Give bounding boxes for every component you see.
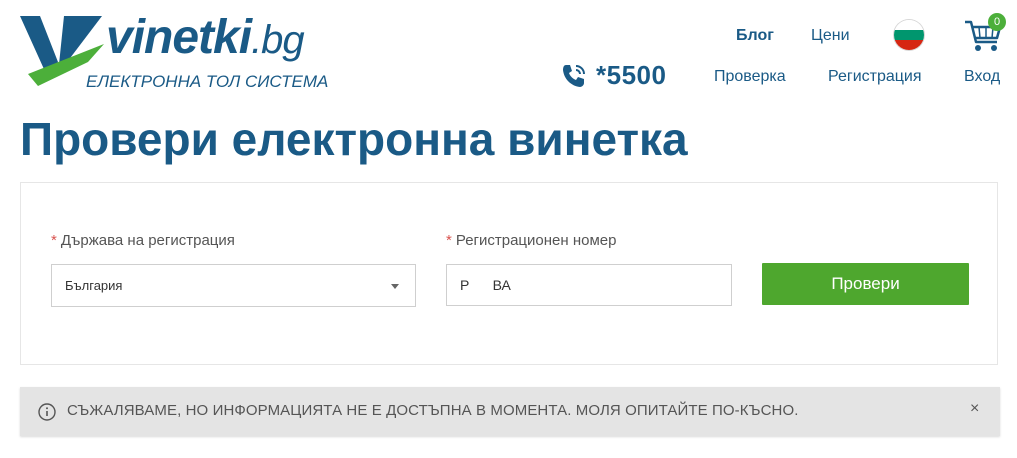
alert-message: СЪЖАЛЯВАМЕ, НО ИНФОРМАЦИЯТА НЕ Е ДОСТЪПН… bbox=[67, 402, 799, 419]
bulgarian-flag-icon[interactable] bbox=[894, 20, 924, 50]
logo-wordmark: vinetki.bg bbox=[106, 11, 305, 64]
nav-register-link[interactable]: Регистрация bbox=[828, 68, 922, 86]
country-select-value: България bbox=[65, 278, 123, 293]
country-label: * Държава на регистрация bbox=[51, 232, 235, 249]
info-icon bbox=[38, 403, 56, 421]
nav-prices-link[interactable]: Цени bbox=[811, 27, 850, 45]
plate-label: * Регистрационен номер bbox=[446, 232, 617, 249]
page-title: Провери електронна винетка bbox=[20, 113, 688, 165]
country-select[interactable]: България bbox=[51, 264, 416, 307]
dropdown-caret-icon bbox=[391, 284, 399, 289]
plate-number-input[interactable] bbox=[446, 264, 732, 306]
check-button[interactable]: Провери bbox=[762, 263, 969, 305]
required-mark: * bbox=[51, 232, 57, 249]
cart-count-badge: 0 bbox=[988, 13, 1006, 31]
phone-icon bbox=[563, 64, 585, 87]
close-icon[interactable]: × bbox=[970, 400, 979, 418]
phone-number: *5500 bbox=[596, 60, 667, 90]
nav-login-link[interactable]: Вход bbox=[964, 68, 1000, 86]
phone-contact[interactable]: *5500 bbox=[560, 60, 666, 91]
logo-tagline: ЕЛЕКТРОННА ТОЛ СИСТЕМА bbox=[86, 72, 329, 91]
nav-blog-link[interactable]: Блог bbox=[736, 27, 774, 45]
site-logo[interactable]: vinetki.bg ЕЛЕКТРОННА ТОЛ СИСТЕМА bbox=[18, 11, 348, 98]
required-mark: * bbox=[446, 232, 452, 249]
error-alert: СЪЖАЛЯВАМЕ, НО ИНФОРМАЦИЯТА НЕ Е ДОСТЪПН… bbox=[20, 387, 1000, 436]
nav-check-link[interactable]: Проверка bbox=[714, 68, 786, 86]
